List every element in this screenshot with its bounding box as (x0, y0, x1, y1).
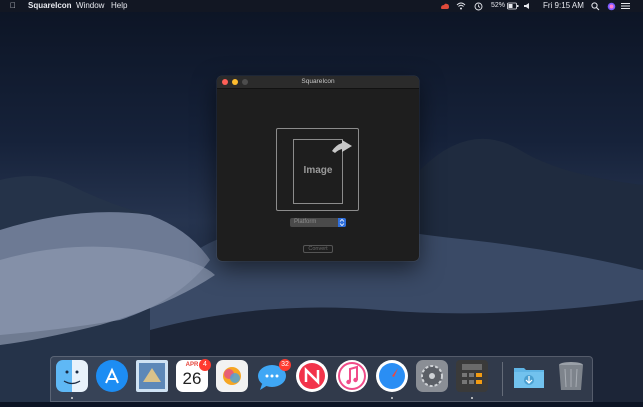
help-menu[interactable]: Help (111, 0, 127, 12)
platform-select[interactable]: Platform (290, 218, 346, 227)
curved-arrow-icon (332, 140, 352, 153)
volume-icon[interactable] (523, 2, 532, 10)
window-menu[interactable]: Window (76, 0, 104, 12)
cloud-status-icon[interactable] (440, 2, 450, 10)
image-drop-zone[interactable]: Image (276, 128, 359, 211)
photos-icon[interactable] (216, 360, 248, 392)
time-machine-icon[interactable] (474, 2, 483, 11)
drop-zone-label: Image (303, 165, 333, 176)
apple-menu-icon[interactable]:  (10, 0, 16, 12)
platform-select-value: Platform (294, 219, 317, 225)
battery-icon[interactable] (507, 2, 519, 10)
spotlight-search-icon[interactable] (591, 2, 600, 11)
itunes-icon[interactable] (336, 360, 368, 392)
mail-stamp-icon[interactable] (136, 360, 168, 392)
calendar-badge: 4 (199, 359, 211, 371)
trash-icon[interactable] (556, 360, 588, 392)
window-title: SquareIcon (301, 78, 335, 85)
clock[interactable]: Fri 9:15 AM (543, 0, 584, 12)
select-arrows-icon (338, 218, 346, 227)
calculator-icon[interactable] (456, 360, 488, 392)
app-store-icon[interactable] (96, 360, 128, 392)
safari-running-dot (391, 397, 393, 399)
news-icon[interactable] (296, 360, 328, 392)
app-menu[interactable]: SquareIcon (28, 0, 72, 12)
finder-running-dot (71, 397, 73, 399)
downloads-folder-icon[interactable] (512, 360, 544, 392)
safari-icon[interactable] (376, 360, 408, 392)
calculator-running-dot (471, 397, 473, 399)
dock-divider (502, 362, 503, 396)
messages-badge: 32 (279, 359, 291, 371)
wifi-icon[interactable] (456, 2, 466, 10)
finder-icon[interactable] (56, 360, 88, 392)
battery-percent: 52% (491, 2, 506, 9)
title-bar[interactable]: SquareIcon (217, 76, 419, 89)
notification-center-icon[interactable] (621, 2, 630, 10)
calendar-day: 26 (182, 369, 202, 388)
squareicon-window: SquareIcon Image Platform Convert (217, 76, 419, 261)
siri-icon[interactable] (607, 2, 616, 11)
system-preferences-icon[interactable] (416, 360, 448, 392)
convert-button[interactable]: Convert (303, 245, 333, 253)
menu-bar:  SquareIcon Window Help 52% Fri 9:15 AM (0, 0, 643, 12)
